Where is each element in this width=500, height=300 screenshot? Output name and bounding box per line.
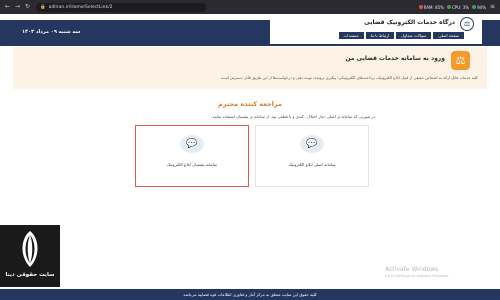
system-stats: RAM: 85% CPU: 3% 94%: [418, 5, 486, 10]
battery-indicator: [472, 5, 477, 9]
lock-icon: 🔒: [40, 4, 46, 10]
ram-indicator: [418, 5, 423, 9]
nav-docs[interactable]: مستندات: [338, 32, 364, 39]
cpu-stat: CPU: 3%: [447, 5, 469, 10]
portal-title: درگاه خدمات الکترونیک قضایی: [364, 19, 455, 26]
nav-contact[interactable]: ارتباط با ما: [365, 32, 395, 39]
nav-home[interactable]: صفحه اصلی: [433, 32, 464, 39]
banner-title: ورود به سامانه خدمات قضایی من: [345, 55, 445, 62]
scales-icon: ⚖: [451, 51, 470, 70]
address-bar[interactable]: 🔒 adliran.ir/Home/SelectLink/2: [36, 2, 206, 12]
address-bar-url: adliran.ir/Home/SelectLink/2: [48, 4, 113, 10]
card-label: سامانه اصلی ابلاغ الکترونیک: [288, 162, 336, 167]
nav-faq[interactable]: سوالات متداول: [396, 32, 432, 39]
forward-icon[interactable]: →: [14, 4, 21, 10]
menu-icon[interactable]: ≡: [489, 4, 496, 10]
battery-stat: 94%: [472, 5, 486, 10]
main-notification-system-card[interactable]: 💬 سامانه اصلی ابلاغ الکترونیک: [255, 125, 369, 187]
judiciary-logo-icon: ⚖: [460, 17, 474, 31]
backup-notification-system-card[interactable]: 💬 سامانه پشتیبان ابلاغ الکترونیک: [135, 125, 249, 187]
site-name: سایت حقوقی دینا: [5, 272, 55, 278]
windows-activation-notice: Activate Windows Go to Settings to activ…: [385, 266, 449, 278]
banner-description: کلیه خدمات قابل ارائه به اشخاص حقیقی از …: [220, 75, 478, 80]
browser-toolbar: ← → ↻ 🔒 adliran.ir/Home/SelectLink/2 RAM…: [0, 0, 500, 14]
section-title: مراجعه کننده محترم: [218, 100, 282, 108]
reload-icon[interactable]: ↻: [24, 4, 31, 10]
site-footer: کلیه حقوق این سایت متعلق به مرکز آمار و …: [0, 289, 500, 300]
login-banner: [13, 47, 487, 89]
site-watermark-logo: سایت حقوقی دینا: [0, 225, 60, 287]
current-date: سه شنبه ۰۹ مرداد ۱۴۰۳: [22, 29, 81, 35]
ram-stat: RAM: 85%: [418, 5, 444, 10]
top-navigation: صفحه اصلی سوالات متداول ارتباط با ما مست…: [272, 32, 464, 39]
card-label: سامانه پشتیبان ابلاغ الکترونیک: [166, 162, 218, 167]
chat-bubbles-icon: 💬: [300, 135, 324, 153]
activation-title: Activate Windows: [385, 266, 439, 273]
activation-subtitle: Go to Settings to activate Windows.: [385, 274, 450, 278]
footer-text: کلیه حقوق این سایت متعلق به مرکز آمار و …: [183, 292, 317, 297]
cpu-indicator: [447, 5, 451, 9]
instruction-text: در صورتی که سامانه ی اصلی دچار اختلال ، …: [211, 114, 375, 119]
chat-bubbles-icon: 💬: [180, 135, 204, 153]
back-icon[interactable]: ←: [4, 4, 11, 10]
feather-logo-icon: [16, 229, 44, 269]
